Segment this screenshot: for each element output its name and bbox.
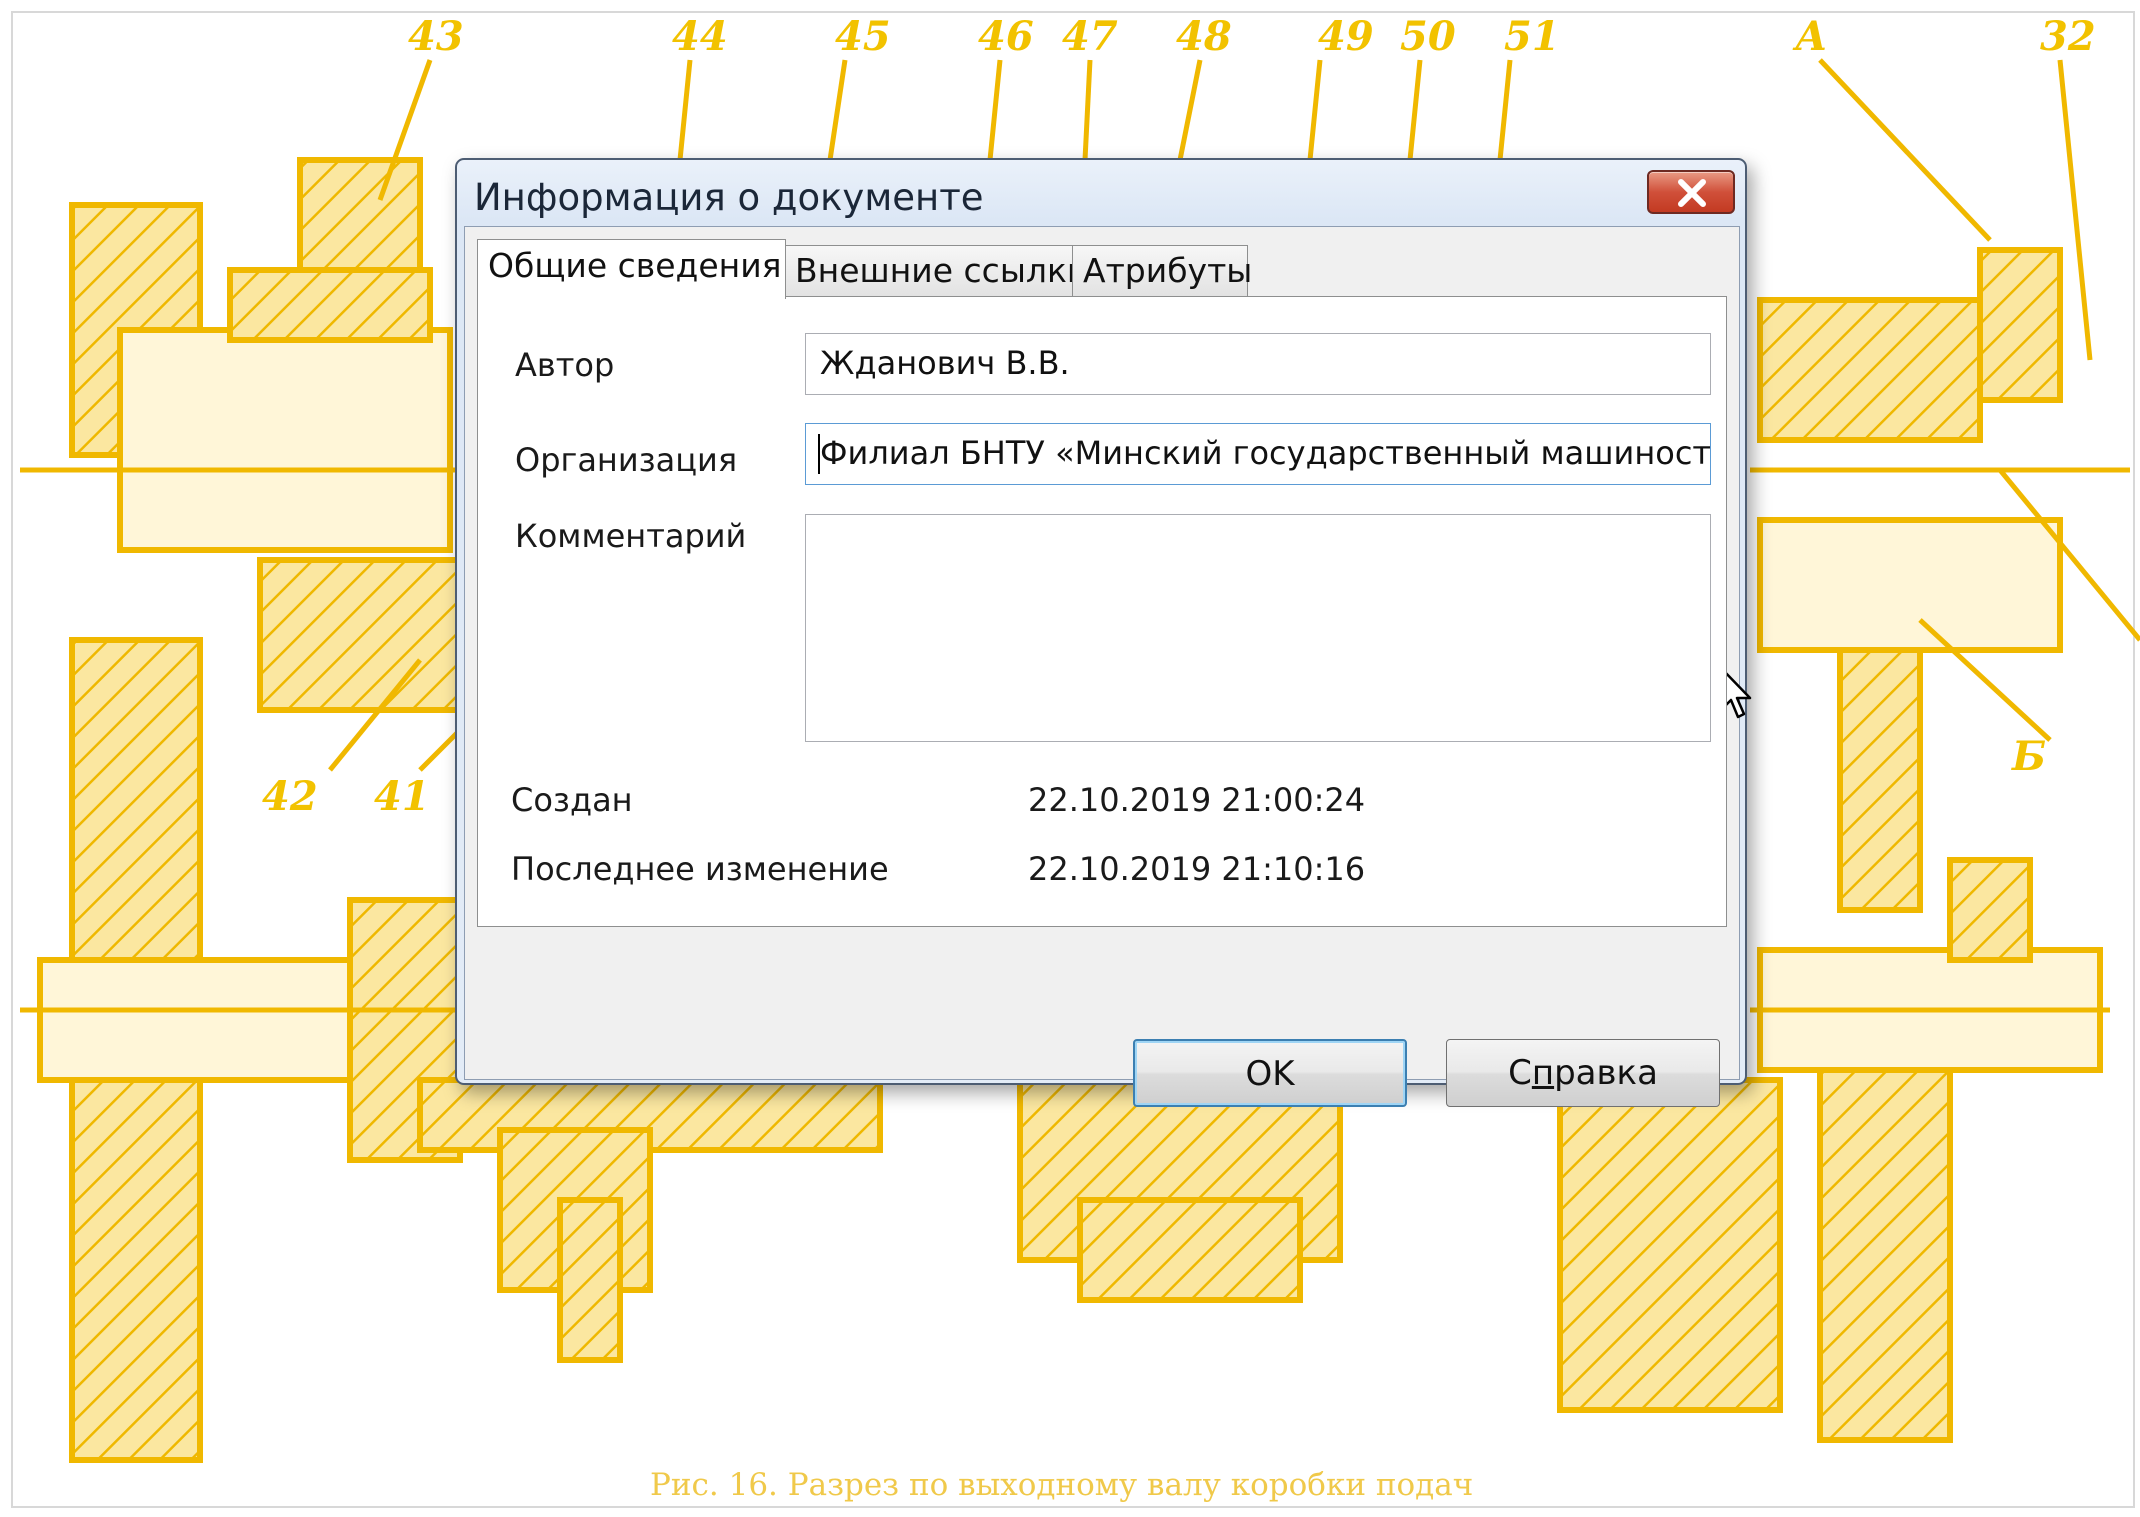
dialog-title: Информация о документе xyxy=(474,176,984,219)
part-number: 50 xyxy=(1400,13,1456,60)
part-number: 41 xyxy=(374,773,430,820)
author-field[interactable]: Жданович В.В. xyxy=(805,333,1711,395)
close-x-icon xyxy=(1678,179,1706,207)
comment-label: Комментарий xyxy=(515,517,747,555)
author-label: Автор xyxy=(515,346,615,384)
part-number: 49 xyxy=(1318,13,1374,60)
part-number: 42 xyxy=(262,773,318,820)
organization-label: Организация xyxy=(515,441,738,479)
created-value: 22.10.2019 21:00:24 xyxy=(1028,781,1366,819)
part-number: А xyxy=(1792,13,1828,60)
help-label-mnemonic: п xyxy=(1531,1053,1555,1093)
general-info-panel: Автор Жданович В.В. Организация Филиал Б… xyxy=(477,296,1727,927)
modified-value: 22.10.2019 21:10:16 xyxy=(1028,850,1366,888)
tab-attributes[interactable]: Атрибуты xyxy=(1072,245,1252,297)
ok-button[interactable]: OK xyxy=(1133,1039,1407,1107)
part-number: 46 xyxy=(978,13,1034,60)
part-number: 48 xyxy=(1176,13,1232,60)
part-number: 45 xyxy=(835,13,891,60)
part-number: 44 xyxy=(672,13,728,60)
tab-general-info[interactable]: Общие сведения xyxy=(477,239,786,299)
dialog-client-area: Общие сведения Внешние ссылки Атрибуты А… xyxy=(464,226,1740,1107)
help-button[interactable]: Справка xyxy=(1446,1039,1720,1107)
modified-label: Последнее изменение xyxy=(511,850,889,888)
organization-value: Филиал БНТУ «Минский государственный маш… xyxy=(820,434,1711,472)
part-number: Б xyxy=(2011,733,2046,780)
help-label-part: равка xyxy=(1554,1053,1658,1093)
document-info-dialog: Информация о документе Общие сведения Вн… xyxy=(455,158,1747,1107)
text-cursor xyxy=(818,434,820,474)
drawing-caption: Рис. 16. Разрез по выходному валу коробк… xyxy=(650,1467,1473,1503)
part-number: 43 xyxy=(408,13,464,60)
part-number: 47 xyxy=(1062,13,1118,60)
part-number: 32 xyxy=(2040,13,2096,60)
created-label: Создан xyxy=(511,781,633,819)
comment-field[interactable] xyxy=(805,514,1711,742)
dialog-title-bar[interactable]: Информация о документе xyxy=(457,160,1745,226)
close-button[interactable] xyxy=(1647,170,1735,214)
tab-external-links[interactable]: Внешние ссылки xyxy=(784,245,1088,297)
organization-field[interactable]: Филиал БНТУ «Минский государственный маш… xyxy=(805,423,1711,485)
part-number: 51 xyxy=(1504,13,1560,60)
help-label-part: С xyxy=(1508,1053,1532,1093)
